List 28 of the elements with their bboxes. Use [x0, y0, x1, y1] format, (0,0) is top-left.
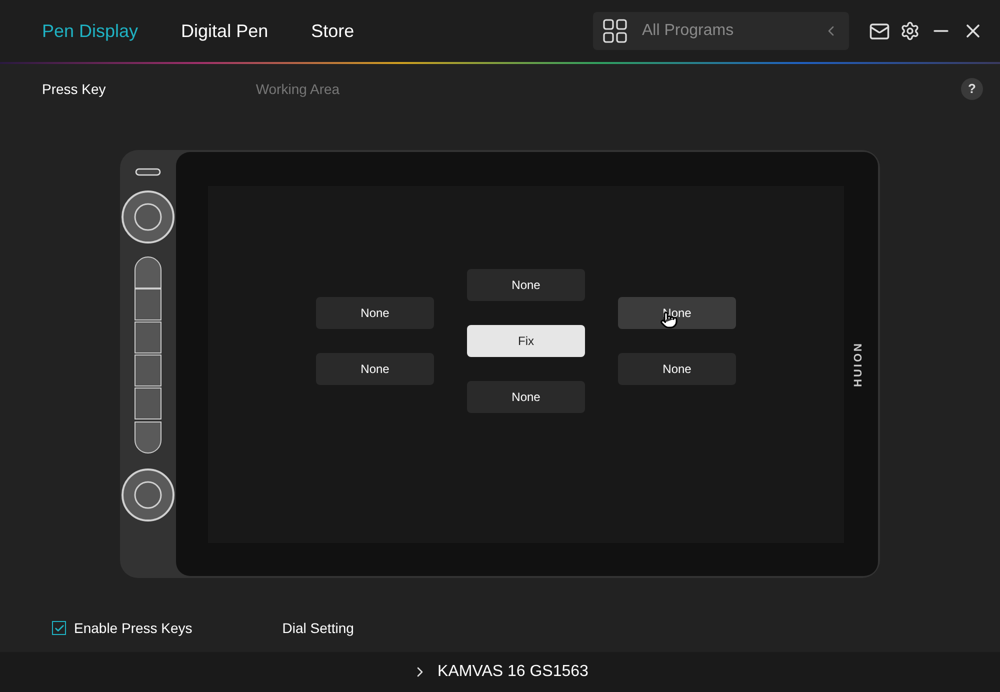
brand-logo: HUION: [852, 341, 866, 387]
program-placeholder: All Programs: [642, 21, 734, 41]
check-icon: [54, 622, 64, 634]
program-select[interactable]: All Programs: [593, 12, 849, 50]
settings-icon[interactable]: [900, 21, 920, 41]
express-keys-icon[interactable]: [134, 256, 162, 454]
dial-icon[interactable]: [121, 190, 175, 244]
key-button[interactable]: Fix: [467, 325, 585, 357]
nav-tab[interactable]: Store: [311, 18, 354, 44]
key-button[interactable]: None: [618, 353, 736, 385]
enable-press-keys-label: Enable Press Keys: [74, 618, 192, 638]
sub-tab[interactable]: Press Key: [42, 78, 106, 100]
key-button[interactable]: None: [316, 353, 434, 385]
help-button[interactable]: ?: [961, 78, 983, 100]
dial-setting-link[interactable]: Dial Setting: [282, 618, 354, 638]
key-button[interactable]: None: [316, 297, 434, 329]
sub-tab[interactable]: Working Area: [256, 78, 340, 100]
nav-tab[interactable]: Digital Pen: [181, 18, 268, 44]
device-name: KAMVAS 16 GS1563: [438, 662, 588, 682]
dial-icon[interactable]: [121, 468, 175, 522]
enable-press-keys-checkbox[interactable]: [52, 621, 66, 635]
key-button[interactable]: None: [467, 381, 585, 413]
device-bar[interactable]: KAMVAS 16 GS1563: [0, 652, 1000, 692]
nav-tab[interactable]: Pen Display: [42, 18, 138, 44]
key-button[interactable]: None: [467, 269, 585, 301]
grid-icon: [603, 19, 627, 43]
indicator-icon: [135, 168, 161, 176]
mail-icon[interactable]: [869, 20, 890, 42]
